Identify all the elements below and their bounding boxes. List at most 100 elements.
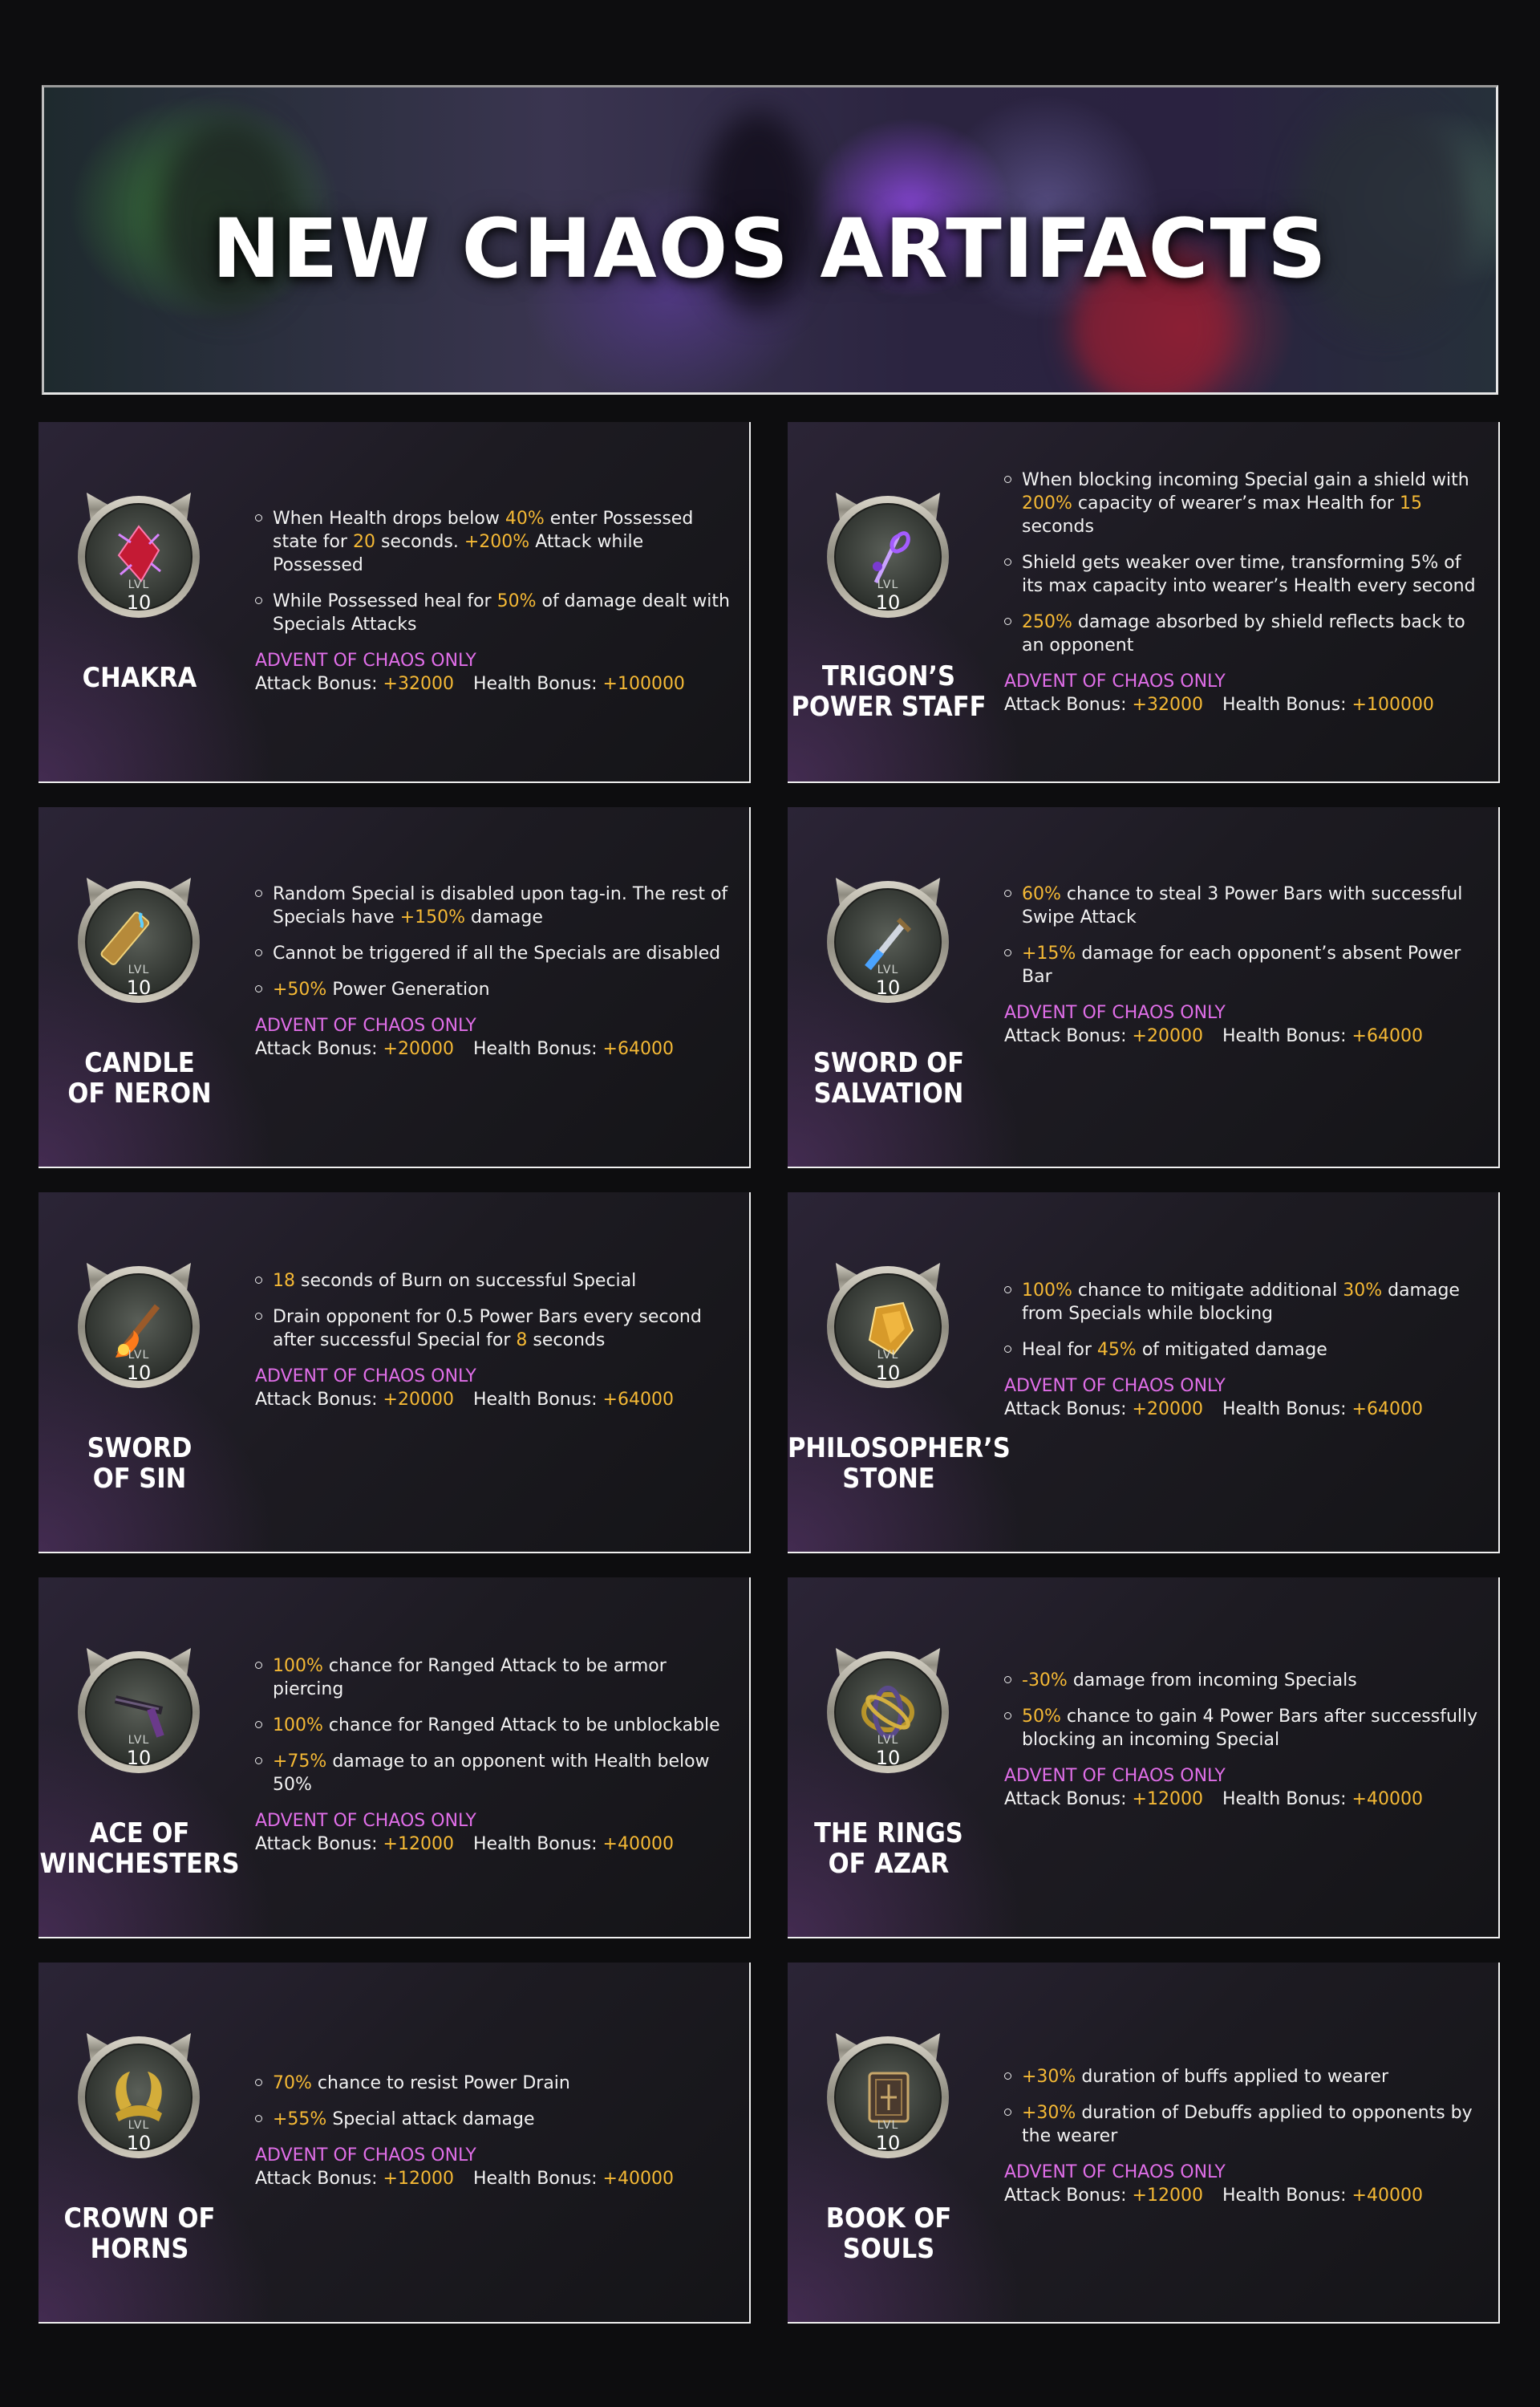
health-bonus-label: Health Bonus: — [1222, 1399, 1352, 1419]
artifact-name-line: SWORD OF — [813, 1047, 965, 1079]
artifact-name-line: STONE — [842, 1463, 935, 1495]
highlight-value: +50% — [273, 980, 327, 1000]
effect-bullet: Random Special is disabled upon tag-in. … — [255, 883, 736, 929]
artifact-medal: LVL 10 — [71, 871, 207, 1008]
level-label: LVL — [877, 2119, 899, 2132]
effect-bullet: +15% damage for each opponent’s absent P… — [1004, 942, 1485, 988]
advent-of-chaos-tag: ADVENT OF CHAOS ONLY — [255, 1016, 476, 1036]
level-label: LVL — [128, 2119, 150, 2132]
highlight-value: +30% — [1022, 2067, 1076, 2087]
health-bonus-value: +64000 — [602, 1039, 674, 1059]
artifact-description: 18 seconds of Burn on successful Special… — [255, 1269, 736, 1411]
highlight-value: 20 — [352, 532, 375, 552]
artifact-medal: LVL 10 — [820, 1642, 956, 1778]
bonus-line: Attack Bonus: +32000 Health Bonus: +10000… — [1004, 693, 1485, 716]
effect-bullet: Shield gets weaker over time, transformi… — [1004, 551, 1485, 598]
artifact-name-line: OF NERON — [67, 1078, 212, 1110]
artifact-name: CROWN OF HORNS — [38, 2203, 241, 2264]
artifact-card: LVL 10 CANDLE OF NERON Random Special is dis… — [38, 807, 751, 1168]
artifact-description: 60% chance to steal 3 Power Bars with su… — [1004, 883, 1485, 1048]
artifact-medal: LVL 10 — [820, 871, 956, 1008]
highlight-value: 100% — [273, 1656, 323, 1676]
level-value: 10 — [126, 1362, 152, 1384]
effect-text: Shield gets weaker over time, transformi… — [1022, 553, 1476, 596]
artifact-name: TRIGON’S POWER STAFF — [788, 661, 990, 722]
artifact-medal: LVL 10 — [71, 486, 207, 623]
health-bonus-value: +40000 — [602, 2169, 674, 2189]
health-bonus-label: Health Bonus: — [1222, 1789, 1352, 1809]
effect-bullet: 50% chance to gain 4 Power Bars after su… — [1004, 1705, 1485, 1751]
artifact-medal: LVL 10 — [820, 486, 956, 623]
health-bonus-value: +100000 — [602, 674, 685, 694]
health-bonus-value: +64000 — [602, 1390, 674, 1410]
highlight-value: 15 — [1399, 493, 1422, 513]
advent-of-chaos-tag: ADVENT OF CHAOS ONLY — [255, 1366, 476, 1386]
artifact-name: PHILOSOPHER’S STONE — [788, 1433, 1011, 1495]
effect-text: capacity of wearer’s max Health for — [1072, 493, 1400, 513]
level-value: 10 — [126, 591, 152, 614]
effect-text: damage — [465, 907, 543, 927]
effect-text: chance for Ranged Attack to be unblockab… — [322, 1715, 720, 1735]
health-bonus-label: Health Bonus: — [472, 1039, 603, 1059]
highlight-value: 100% — [273, 1715, 323, 1735]
advent-of-chaos-tag: ADVENT OF CHAOS ONLY — [1004, 2162, 1226, 2182]
bonus-line: Attack Bonus: +20000 Health Bonus: +64000 — [255, 1388, 736, 1411]
highlight-value: +15% — [1022, 944, 1076, 964]
highlight-value: 18 — [273, 1271, 295, 1291]
effect-text: of mitigated damage — [1136, 1340, 1327, 1360]
level-value: 10 — [875, 591, 901, 614]
level-label: LVL — [877, 964, 899, 976]
effect-text: When Health drops below — [273, 509, 505, 529]
attack-bonus-value: +12000 — [1132, 1789, 1203, 1809]
effect-bullet: 70% chance to resist Power Drain — [255, 2072, 736, 2095]
attack-bonus-value: +32000 — [1132, 695, 1203, 715]
level-value: 10 — [126, 1747, 152, 1769]
effect-text: damage absorbed by shield reflects back … — [1022, 612, 1465, 656]
artifact-name-line: CROWN OF — [63, 2202, 216, 2234]
artifact-name-line: TRIGON’S — [821, 660, 956, 692]
artifact-name-line: HORNS — [90, 2233, 189, 2265]
advent-of-chaos-tag: ADVENT OF CHAOS ONLY — [255, 1811, 476, 1831]
artifact-name-line: WINCHESTERS — [39, 1848, 240, 1880]
attack-bonus-label: Attack Bonus: — [255, 1039, 383, 1059]
bonus-line: Attack Bonus: +12000 Health Bonus: +40000 — [255, 2167, 736, 2190]
advent-of-chaos-tag: ADVENT OF CHAOS ONLY — [1004, 1766, 1226, 1786]
artifact-name: THE RINGS OF AZAR — [788, 1818, 990, 1879]
effect-bullet: When blocking incoming Special gain a sh… — [1004, 469, 1485, 538]
artifact-name-line: CANDLE — [84, 1047, 195, 1079]
health-bonus-label: Health Bonus: — [472, 1834, 603, 1854]
highlight-value: +30% — [1022, 2103, 1076, 2123]
highlight-value: +200% — [464, 532, 530, 552]
effect-text: damage to an opponent with Health below … — [273, 1751, 710, 1795]
health-bonus-label: Health Bonus: — [472, 2169, 603, 2189]
effect-text: duration of Debuffs applied to opponents… — [1022, 2103, 1473, 2146]
effect-bullet: Cannot be triggered if all the Specials … — [255, 942, 736, 965]
attack-bonus-value: +20000 — [1132, 1399, 1203, 1419]
advent-of-chaos-tag: ADVENT OF CHAOS ONLY — [1004, 672, 1226, 692]
effect-bullet: 100% chance for Ranged Attack to be unbl… — [255, 1714, 736, 1737]
bonus-line: Attack Bonus: +20000 Health Bonus: +64000 — [1004, 1025, 1485, 1048]
bonus-line: Attack Bonus: +32000 Health Bonus: +10000… — [255, 672, 736, 696]
bonus-line: Attack Bonus: +12000 Health Bonus: +40000 — [255, 1833, 736, 1856]
effect-text: chance to steal 3 Power Bars with succes… — [1022, 884, 1463, 927]
effect-text: While Possessed heal for — [273, 591, 497, 611]
level-label: LVL — [877, 1349, 899, 1362]
attack-bonus-value: +20000 — [383, 1039, 454, 1059]
effect-text: seconds of Burn on successful Special — [295, 1271, 637, 1291]
artifact-card: LVL 10 BOOK OF SOULS +30% duration of buffs … — [788, 1963, 1500, 2324]
effect-bullet: +55% Special attack damage — [255, 2108, 736, 2131]
highlight-value: 50% — [496, 591, 537, 611]
header-banner: NEW CHAOS ARTIFACTS — [42, 85, 1498, 395]
effect-bullet: 100% chance to mitigate additional 30% d… — [1004, 1279, 1485, 1325]
level-value: 10 — [126, 2132, 152, 2154]
highlight-value: 30% — [1343, 1281, 1383, 1301]
artifact-medal: LVL 10 — [820, 1256, 956, 1393]
artifact-name-line: POWER STAFF — [791, 691, 987, 723]
attack-bonus-label: Attack Bonus: — [1004, 1026, 1133, 1046]
attack-bonus-value: +12000 — [383, 1834, 454, 1854]
health-bonus-value: +40000 — [1352, 2186, 1423, 2206]
level-value: 10 — [875, 2132, 901, 2154]
health-bonus-value: +64000 — [1352, 1026, 1423, 1046]
highlight-value: 45% — [1096, 1340, 1137, 1360]
highlight-value: 40% — [505, 509, 545, 529]
